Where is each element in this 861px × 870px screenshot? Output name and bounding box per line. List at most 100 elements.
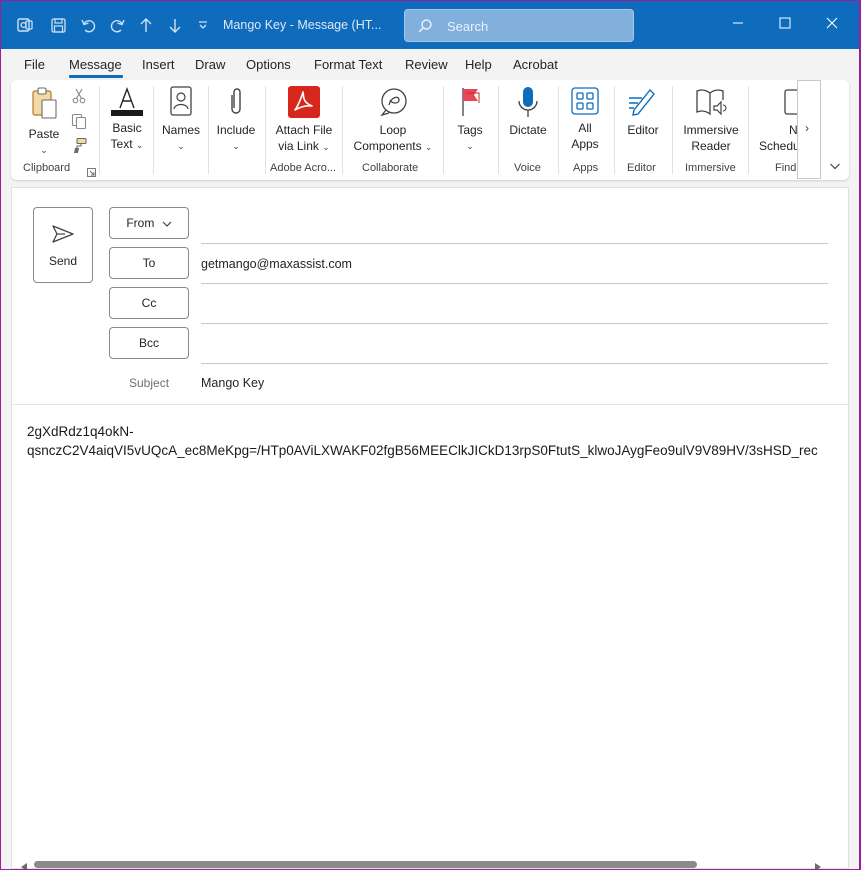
undo-icon[interactable] bbox=[78, 15, 98, 35]
all-apps-button[interactable]: All Apps bbox=[565, 86, 605, 152]
subject-field[interactable]: Mango Key bbox=[201, 376, 264, 390]
maximize-icon[interactable] bbox=[775, 15, 795, 35]
scroll-left-icon[interactable] bbox=[21, 860, 28, 869]
chevron-down-icon bbox=[162, 209, 172, 239]
editor-pen-icon bbox=[626, 88, 660, 121]
chevron-right-icon: › bbox=[805, 121, 809, 135]
cc-label: Cc bbox=[141, 296, 157, 310]
immersive-group-label: Immersive bbox=[685, 162, 736, 174]
ribbon-separator bbox=[265, 86, 266, 174]
chevron-down-icon: ⌄ bbox=[177, 141, 185, 151]
loop-label-2: Components bbox=[353, 139, 422, 153]
immersive-reader-button[interactable]: Immersive Reader bbox=[679, 86, 743, 154]
horizontal-scrollbar[interactable] bbox=[12, 858, 848, 869]
cc-button[interactable]: Cc bbox=[109, 287, 189, 319]
loop-icon bbox=[377, 88, 409, 121]
find-label-2: Schedu bbox=[759, 139, 799, 153]
ribbon-collapse-icon[interactable] bbox=[829, 160, 841, 174]
ribbon-separator bbox=[153, 86, 154, 174]
chevron-down-icon: ⌄ bbox=[232, 141, 240, 151]
body-line: qsnczC2V4aiqVI5vUQcA_ec8MeKpg=/HTp0AViLX… bbox=[27, 443, 818, 458]
format-painter-icon[interactable] bbox=[71, 137, 88, 157]
search-box[interactable]: Search bbox=[404, 9, 634, 42]
title-bar: Mango Key - Message (HT... Search bbox=[1, 1, 859, 49]
arrow-up-icon[interactable] bbox=[136, 15, 156, 35]
ribbon-separator bbox=[748, 86, 749, 174]
tab-draw[interactable]: Draw bbox=[195, 57, 225, 72]
bcc-label: Bcc bbox=[138, 336, 159, 350]
tab-format-text[interactable]: Format Text bbox=[314, 57, 382, 72]
paste-icon bbox=[29, 87, 59, 125]
search-icon bbox=[417, 18, 433, 37]
from-field[interactable] bbox=[201, 243, 828, 244]
names-label: Names bbox=[161, 123, 200, 137]
voice-group-label: Voice bbox=[514, 162, 541, 174]
bcc-button[interactable]: Bcc bbox=[109, 327, 189, 359]
header-body-divider bbox=[12, 404, 848, 405]
dictate-button[interactable]: Dictate bbox=[505, 86, 551, 138]
send-button[interactable]: Send bbox=[33, 207, 93, 283]
tags-label: Tags bbox=[457, 123, 483, 137]
basic-text-label-1: Basic bbox=[112, 121, 142, 135]
loop-components-button[interactable]: Loop Components ⌄ bbox=[349, 86, 437, 155]
ribbon: Paste ⌄ Clipboard Basic Text ⌄ Names ⌄ I… bbox=[11, 80, 849, 180]
collaborate-group-label: Collaborate bbox=[362, 162, 419, 174]
tags-button[interactable]: Tags ⌄ bbox=[451, 86, 489, 154]
immersive-reader-icon bbox=[694, 89, 728, 121]
font-color-icon bbox=[111, 86, 143, 119]
tab-insert[interactable]: Insert bbox=[142, 57, 175, 72]
loop-label-1: Loop bbox=[379, 123, 407, 137]
bcc-field[interactable] bbox=[201, 363, 828, 364]
tab-review[interactable]: Review bbox=[405, 57, 448, 72]
scrollbar-thumb[interactable] bbox=[34, 861, 697, 868]
ribbon-separator bbox=[443, 86, 444, 174]
tab-options[interactable]: Options bbox=[246, 57, 291, 72]
from-button[interactable]: From bbox=[109, 207, 189, 239]
ribbon-separator bbox=[342, 86, 343, 174]
active-tab-indicator bbox=[69, 75, 123, 78]
message-body[interactable]: 2gXdRdz1q4okN- qsnczC2V4aiqVI5vUQcA_ec8M… bbox=[27, 422, 827, 460]
to-recipient[interactable]: getmango@maxassist.com bbox=[201, 257, 352, 271]
clipboard-group-label: Clipboard bbox=[23, 162, 71, 174]
tab-file[interactable]: File bbox=[24, 57, 45, 72]
arrow-down-icon[interactable] bbox=[165, 15, 185, 35]
customize-toolbar-icon[interactable] bbox=[193, 15, 213, 35]
cc-field[interactable] bbox=[201, 323, 828, 324]
editor-button[interactable]: Editor bbox=[621, 86, 665, 138]
immersive-label-1: Immersive bbox=[683, 123, 739, 137]
redo-icon[interactable] bbox=[107, 15, 127, 35]
to-field[interactable] bbox=[201, 283, 828, 284]
include-button[interactable]: Include ⌄ bbox=[214, 86, 258, 154]
immersive-label-2: Reader bbox=[691, 139, 731, 153]
apps-grid-icon bbox=[570, 87, 600, 119]
compose-pane: Send From To getmango@maxassist.com Cc B… bbox=[11, 187, 849, 869]
subject-label: Subject bbox=[129, 376, 170, 390]
close-icon[interactable] bbox=[822, 15, 842, 35]
minimize-icon[interactable] bbox=[728, 15, 748, 35]
include-label: Include bbox=[216, 123, 256, 137]
tab-help[interactable]: Help bbox=[465, 57, 492, 72]
new-schedule-button[interactable]: N Schedu bbox=[755, 86, 799, 154]
basic-text-button[interactable]: Basic Text ⌄ bbox=[107, 86, 147, 153]
dictate-label: Dictate bbox=[509, 123, 547, 137]
attach-file-via-link-button[interactable]: Attach File via Link ⌄ bbox=[271, 86, 337, 155]
tab-acrobat[interactable]: Acrobat bbox=[513, 57, 558, 72]
all-apps-label-2: Apps bbox=[571, 137, 599, 151]
dialog-launcher-icon[interactable] bbox=[87, 166, 96, 180]
save-icon[interactable] bbox=[48, 15, 68, 35]
copy-icon[interactable] bbox=[71, 113, 87, 133]
menu-bar: File Message Insert Draw Options Format … bbox=[1, 49, 859, 79]
tab-message[interactable]: Message bbox=[69, 57, 122, 72]
ribbon-scroll-right-button[interactable]: › bbox=[797, 80, 821, 179]
to-label: To bbox=[142, 256, 156, 270]
chevron-down-icon: ⌄ bbox=[466, 141, 474, 151]
names-button[interactable]: Names ⌄ bbox=[159, 86, 203, 154]
ribbon-separator bbox=[558, 86, 559, 174]
to-button[interactable]: To bbox=[109, 247, 189, 279]
scroll-right-icon[interactable] bbox=[815, 860, 822, 869]
attach-file-label-2: via Link bbox=[278, 139, 319, 153]
find-group-label: Find bbox=[775, 162, 797, 174]
paste-button[interactable]: Paste ⌄ bbox=[25, 86, 63, 158]
cut-icon[interactable] bbox=[72, 88, 86, 107]
send-label: Send bbox=[48, 254, 78, 268]
